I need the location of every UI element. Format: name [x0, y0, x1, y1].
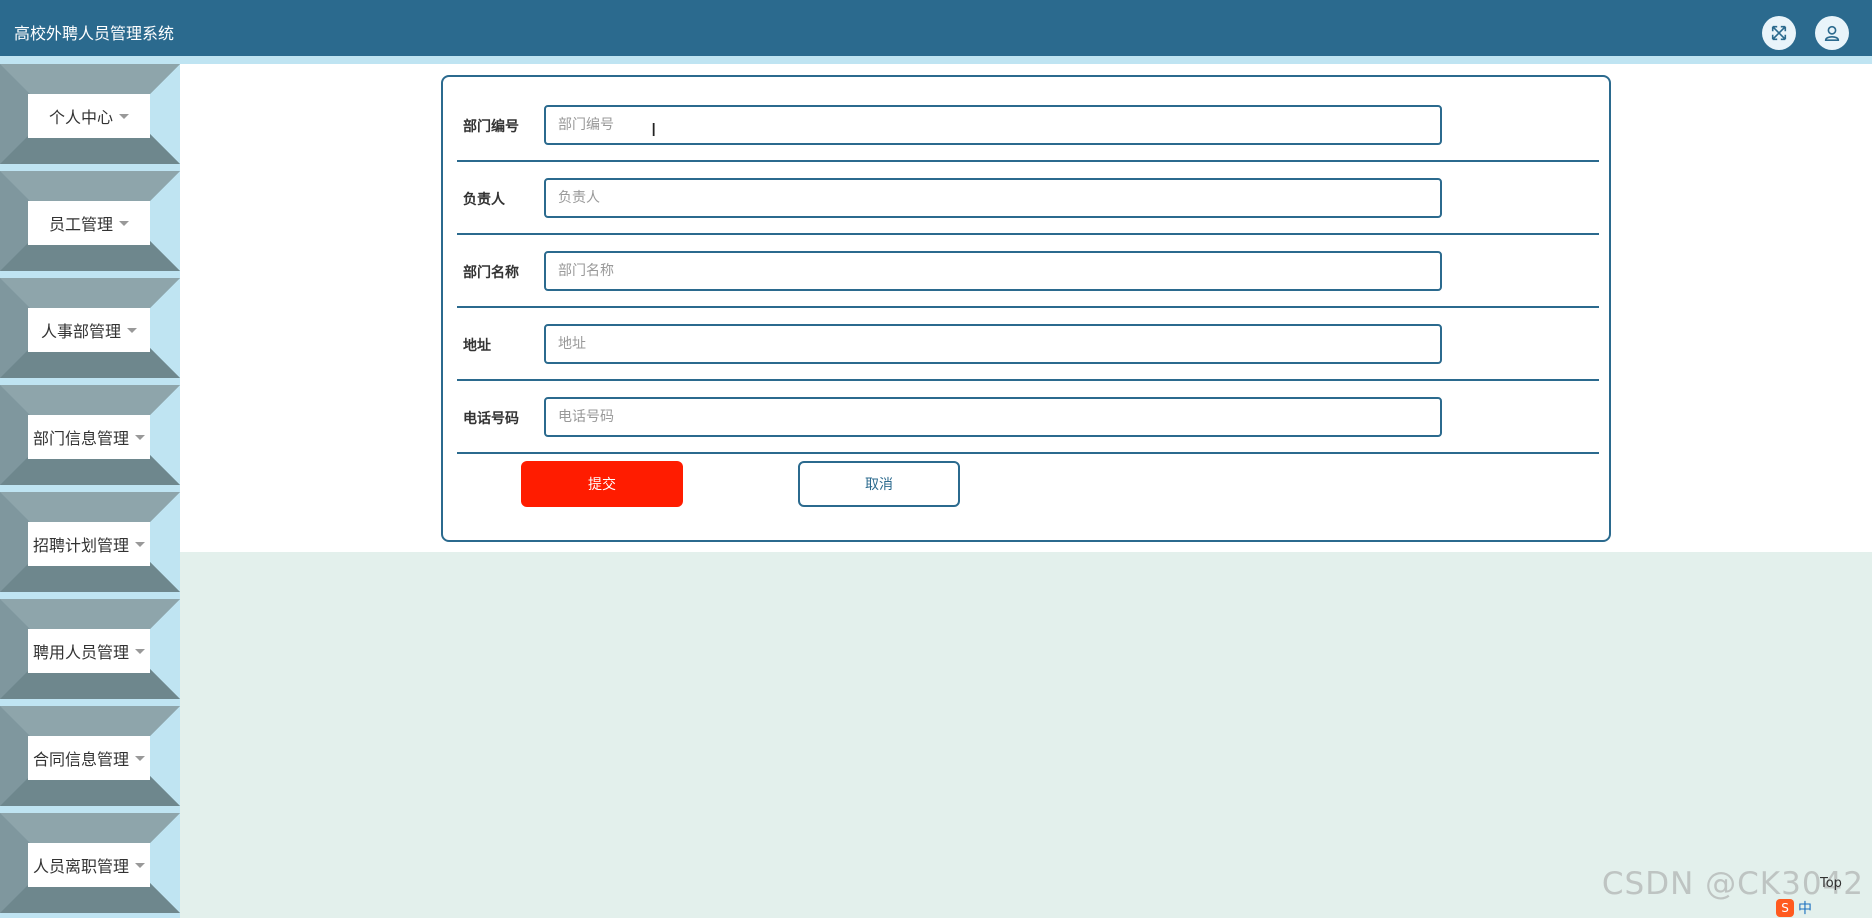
- address-input[interactable]: [544, 324, 1442, 364]
- caret-down-icon: [135, 755, 145, 761]
- field-label: 地址: [463, 337, 491, 354]
- sidebar-item-hr-department-management[interactable]: 人事部管理: [0, 278, 180, 378]
- form-row-manager: 负责人: [457, 162, 1599, 235]
- caret-down-icon: [135, 541, 145, 547]
- sidebar-item-label[interactable]: 部门信息管理: [28, 415, 150, 459]
- cancel-button[interactable]: 取消: [798, 461, 960, 507]
- form-row-phone: 电话号码: [457, 381, 1599, 454]
- caret-down-icon: [135, 648, 145, 654]
- sidebar-item-label[interactable]: 聘用人员管理: [28, 629, 150, 673]
- sidebar-item-label[interactable]: 人事部管理: [28, 308, 150, 352]
- sidebar-item-resignation-management[interactable]: 人员离职管理: [0, 813, 180, 913]
- ime-mode: 中: [1798, 901, 1812, 917]
- sidebar-item-label[interactable]: 招聘计划管理: [28, 522, 150, 566]
- top-bar: 高校外聘人员管理系统: [0, 0, 1872, 56]
- field-label: 部门编号: [463, 118, 519, 135]
- sidebar-item-recruitment-plan-management[interactable]: 招聘计划管理: [0, 492, 180, 592]
- caret-down-icon: [127, 327, 137, 333]
- department-id-input[interactable]: [544, 105, 1442, 145]
- form-row-address: 地址: [457, 308, 1599, 381]
- caret-down-icon: [135, 434, 145, 440]
- caret-down-icon: [119, 113, 129, 119]
- submit-button[interactable]: 提交: [521, 461, 683, 507]
- topbar-divider: [0, 56, 1872, 64]
- app-title: 高校外聘人员管理系统: [14, 24, 175, 43]
- phone-input[interactable]: [544, 397, 1442, 437]
- caret-down-icon: [119, 220, 129, 226]
- sidebar-item-label[interactable]: 人员离职管理: [28, 843, 150, 887]
- manager-input[interactable]: [544, 178, 1442, 218]
- caret-down-icon: [135, 862, 145, 868]
- department-form: 部门编号 负责人 部门名称 地址 电话号码 提交 取消: [441, 75, 1611, 542]
- text-cursor-icon: Ι: [651, 120, 657, 141]
- field-label: 电话号码: [463, 410, 519, 427]
- sidebar-item-personal-center[interactable]: 个人中心: [0, 64, 180, 164]
- ime-status: S 中: [1776, 898, 1812, 918]
- field-label: 负责人: [463, 191, 505, 208]
- sidebar-item-label[interactable]: 个人中心: [28, 94, 150, 138]
- form-row-department-name: 部门名称: [457, 235, 1599, 308]
- user-button[interactable]: [1815, 16, 1849, 50]
- fullscreen-button[interactable]: [1762, 16, 1796, 50]
- sidebar-item-label[interactable]: 合同信息管理: [28, 736, 150, 780]
- sidebar: 个人中心 员工管理 人事部管理 部门信息管理 招聘计划管理 聘用人员管理 合同信…: [0, 64, 180, 918]
- sidebar-item-employee-management[interactable]: 员工管理: [0, 171, 180, 271]
- sidebar-item-department-info-management[interactable]: 部门信息管理: [0, 385, 180, 485]
- field-label: 部门名称: [463, 264, 519, 281]
- form-row-department-id: 部门编号: [457, 89, 1599, 162]
- back-to-top-link[interactable]: Top: [1820, 876, 1842, 891]
- sidebar-item-hired-staff-management[interactable]: 聘用人员管理: [0, 599, 180, 699]
- ime-logo-icon: S: [1776, 899, 1794, 917]
- sidebar-item-contract-info-management[interactable]: 合同信息管理: [0, 706, 180, 806]
- sidebar-item-label[interactable]: 员工管理: [28, 201, 150, 245]
- user-icon: [1824, 25, 1840, 42]
- department-name-input[interactable]: [544, 251, 1442, 291]
- fullscreen-icon: [1771, 25, 1787, 41]
